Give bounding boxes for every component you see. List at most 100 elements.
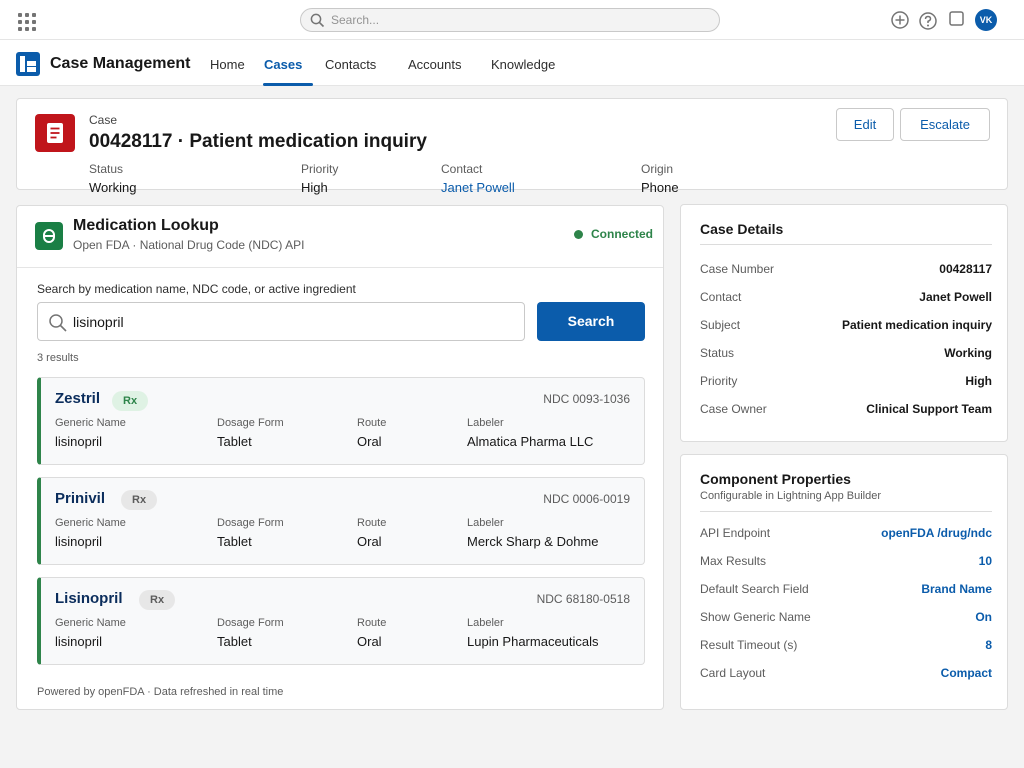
dosage-form-value: Tablet [217,634,252,649]
property-value[interactable]: 10 [979,554,992,568]
dosage-form-value: Tablet [217,534,252,549]
app-navigation: Case Management Home Cases Contacts Acco… [0,40,1024,86]
brand-name[interactable]: Zestril [55,390,100,407]
property-label: Result Timeout (s) [700,638,798,652]
dosage-form-label: Dosage Form [217,517,284,529]
case-icon [35,114,75,152]
search-input-value: lisinopril [73,314,124,330]
ndc-code: NDC 68180-0518 [536,592,630,606]
priority-value: High [301,180,328,195]
rx-badge: Rx [139,590,176,610]
labeler-label: Labeler [467,517,504,529]
property-value[interactable]: Brand Name [921,582,992,596]
property-label: Show Generic Name [700,610,811,624]
origin-label: Origin [641,162,674,176]
generic-name-label: Generic Name [55,517,126,529]
result-card[interactable]: Zestril Rx NDC 0093-1036 Generic Name li… [37,377,645,465]
detail-value: 00428117 [939,262,992,276]
property-value[interactable]: On [975,610,992,624]
active-tab-indicator [263,83,313,86]
object-type-label: Case [89,113,118,127]
origin-value: Phone [641,180,679,195]
case-details-panel: Case Details Case Number 00428117 Contac… [680,204,1008,442]
result-card[interactable]: Prinivil Rx NDC 0006-0019 Generic Name l… [37,477,645,565]
labeler-label: Labeler [467,617,504,629]
nav-tab-home[interactable]: Home [210,57,245,72]
detail-label: Case Number [700,262,775,276]
labeler-label: Labeler [467,417,504,429]
route-label: Route [357,417,387,429]
status-value: Working [89,180,137,195]
status-dot-icon [574,230,583,239]
page-title: 00428117 · Patient medication inquiry [89,131,427,152]
card-subtitle: Open FDA · National Drug Code (NDC) API [73,238,305,252]
route-label: Route [357,517,387,529]
app-launcher-icon[interactable] [18,13,36,31]
contact-link[interactable]: Janet Powell [441,180,515,195]
labeler-value: Merck Sharp & Dohme [467,534,599,549]
edit-button[interactable]: Edit [836,108,894,141]
user-avatar[interactable]: VK [975,9,997,31]
panel-title: Case Details [700,221,784,237]
rx-badge: Rx [121,490,158,510]
priority-label: Priority [301,162,339,176]
nav-tab-cases[interactable]: Cases [264,57,302,72]
generic-name-value: lisinopril [55,634,102,649]
search-icon [310,13,325,28]
medication-lookup-card: Medication Lookup Open FDA · National Dr… [16,205,664,710]
medication-search-input[interactable]: lisinopril [37,302,525,341]
nav-tab-accounts[interactable]: Accounts [408,57,461,72]
detail-label: Subject [700,318,741,332]
property-value[interactable]: openFDA /drug/ndc [881,526,992,540]
panel-title: Component Properties [700,471,851,487]
generic-name-value: lisinopril [55,534,102,549]
add-icon[interactable] [890,10,910,30]
nav-tab-contacts[interactable]: Contacts [325,57,376,72]
notifications-icon[interactable] [947,9,967,29]
case-record-header: Case 00428117 · Patient medication inqui… [16,98,1008,195]
generic-name-label: Generic Name [55,617,126,629]
card-title: Medication Lookup [73,217,219,234]
detail-value: Working [944,346,992,360]
global-header: Search... VK [0,0,1024,40]
pill-icon [35,222,63,250]
detail-label: Case Owner [700,402,767,416]
brand-name[interactable]: Prinivil [55,490,105,507]
search-field-label: Search by medication name, NDC code, or … [37,282,356,296]
route-label: Route [357,617,387,629]
detail-value: Patient medication inquiry [841,318,992,332]
detail-label: Status [700,346,735,360]
help-icon[interactable] [918,11,938,31]
status-label: Status [89,162,124,176]
route-value: Oral [357,434,382,449]
app-logo-icon [16,52,40,76]
nav-tab-knowledge[interactable]: Knowledge [491,57,555,72]
property-label: Max Results [700,554,767,568]
detail-value: Clinical Support Team [866,402,992,416]
search-icon [49,314,67,332]
rx-badge: Rx [112,391,149,411]
connection-status: Connected [591,227,654,241]
dosage-form-value: Tablet [217,434,252,449]
brand-name[interactable]: Lisinopril [55,590,123,607]
property-label: Card Layout [700,666,766,680]
labeler-value: Lupin Pharmaceuticals [467,634,599,649]
result-count: 3 results [37,352,79,364]
detail-label: Priority [700,374,738,388]
route-value: Oral [357,534,382,549]
search-button[interactable]: Search [537,302,645,341]
property-value[interactable]: 8 [985,638,992,652]
divider [700,244,992,245]
dosage-form-label: Dosage Form [217,417,284,429]
generic-name-label: Generic Name [55,417,126,429]
detail-value: High [965,374,992,388]
panel-subtitle: Configurable in Lightning App Builder [700,490,882,502]
result-card[interactable]: Lisinopril Rx NDC 68180-0518 Generic Nam… [37,577,645,665]
contact-label: Contact [441,162,483,176]
escalate-button[interactable]: Escalate [900,108,990,141]
route-value: Oral [357,634,382,649]
divider [17,267,663,268]
global-search-input[interactable]: Search... [300,8,720,32]
property-value[interactable]: Compact [941,666,992,680]
dosage-form-label: Dosage Form [217,617,284,629]
